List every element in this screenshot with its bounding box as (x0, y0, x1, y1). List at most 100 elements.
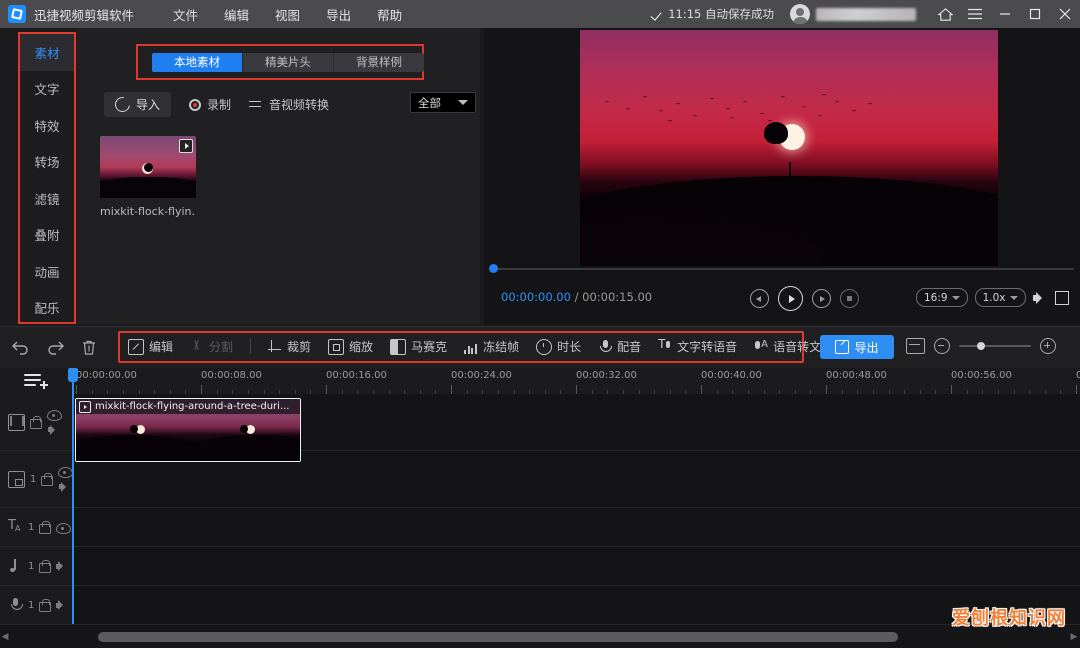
lock-icon[interactable] (39, 520, 52, 534)
eye-icon[interactable] (47, 410, 62, 421)
track-body-video[interactable]: mixkit-flock-flying-around-a-tree-duri..… (72, 394, 1080, 462)
track-body-music[interactable] (72, 547, 1080, 585)
playhead[interactable] (68, 368, 78, 624)
tool-split[interactable]: 分割 (190, 338, 233, 355)
prev-frame-button[interactable] (750, 289, 769, 308)
dubbing-icon (598, 339, 613, 354)
timeline-horizontal-scrollbar[interactable]: ◀ ▶ (0, 626, 1080, 648)
preview-seek-bar[interactable] (484, 262, 1080, 276)
time-separator: / (574, 290, 579, 304)
import-button[interactable]: 导入 (104, 92, 172, 117)
ruler-tick (201, 385, 202, 394)
track-body-pip[interactable] (72, 451, 1080, 507)
scroll-left-arrow[interactable]: ◀ (0, 632, 10, 642)
tab-fine-opening[interactable]: 精美片头 (242, 53, 333, 72)
sidebar-item-overlay[interactable]: 叠附 (20, 217, 74, 254)
menu-item-file[interactable]: 文件 (160, 1, 211, 28)
fit-icon[interactable] (906, 338, 925, 354)
tool-zoom[interactable]: 缩放 (328, 338, 373, 355)
zoom-out-icon[interactable] (934, 338, 950, 354)
tool-freeze-frame[interactable]: 冻结帧 (464, 338, 519, 355)
menu-item-view[interactable]: 视图 (262, 1, 313, 28)
stop-button[interactable] (840, 289, 859, 308)
zoom-slider[interactable] (959, 340, 1031, 352)
lock-icon[interactable] (39, 559, 52, 573)
redo-icon[interactable] (44, 336, 66, 358)
tool-text-to-speech[interactable]: 文字转语音 (658, 337, 737, 355)
app-logo-icon (8, 5, 26, 23)
title-bar-right: 11:15 自动保存成功 (652, 0, 1080, 28)
av-convert-button[interactable]: 音视频转换 (249, 96, 329, 113)
maximize-button[interactable] (1020, 0, 1050, 28)
track-body-text[interactable] (72, 508, 1080, 546)
next-frame-button[interactable] (812, 289, 831, 308)
ruler-tick (701, 385, 702, 394)
zoom-slider-handle[interactable] (977, 342, 985, 350)
aspect-ratio-dropdown[interactable]: 16:9 (916, 288, 968, 307)
speaker-icon[interactable] (1032, 291, 1048, 305)
export-button[interactable]: 导出 (820, 335, 894, 359)
playhead-handle[interactable] (68, 368, 78, 382)
menu-item-help[interactable]: 帮助 (364, 1, 415, 28)
hamburger-menu-icon[interactable] (960, 0, 990, 28)
menu-item-export[interactable]: 导出 (313, 1, 364, 28)
delete-icon[interactable] (78, 336, 100, 358)
tool-edit[interactable]: 编辑 (128, 338, 173, 355)
eye-icon[interactable] (56, 522, 72, 534)
ruler-tick (576, 385, 577, 394)
text-to-speech-icon (658, 337, 672, 354)
mute-icon[interactable] (48, 423, 61, 436)
zoom-slider-track (959, 345, 1031, 347)
mute-icon[interactable] (56, 599, 69, 612)
minimize-button[interactable] (990, 0, 1020, 28)
media-item[interactable]: mixkit-flock-flyin... (100, 136, 196, 218)
scrollbar-track[interactable] (14, 632, 1064, 642)
import-label: 导入 (136, 98, 161, 112)
track-body-voice[interactable] (72, 586, 1080, 624)
tool-duration[interactable]: 时长 (536, 338, 581, 355)
record-button[interactable]: 录制 (189, 96, 231, 113)
sidebar-item-animation[interactable]: 动画 (20, 253, 74, 290)
ruler-label: 00:00:32.00 (576, 370, 637, 381)
tool-zoom-label: 缩放 (349, 340, 374, 354)
lock-icon[interactable] (39, 598, 52, 612)
watermark: 爱刨根知识网 (952, 608, 1066, 629)
sidebar-item-music[interactable]: 配乐 (20, 290, 74, 327)
undo-icon[interactable] (10, 336, 32, 358)
tool-mosaic[interactable]: 马赛克 (390, 338, 447, 355)
lock-icon[interactable] (30, 415, 42, 429)
video-preview[interactable] (580, 30, 998, 266)
aspect-ratio-value: 16:9 (924, 291, 948, 304)
total-time: 00:00:15.00 (582, 290, 653, 304)
fullscreen-icon[interactable] (1054, 290, 1069, 305)
seek-handle[interactable] (489, 264, 498, 273)
tool-crop[interactable]: 裁剪 (268, 338, 311, 355)
timeline-ruler[interactable]: 00:00:00.00 00:00:08.00 00:00:16.00 00:0… (72, 368, 1080, 394)
ruler-tick (826, 385, 827, 394)
media-filter-dropdown[interactable]: 全部 (410, 92, 476, 113)
sidebar-item-effects[interactable]: 特效 (20, 107, 74, 144)
speed-dropdown[interactable]: 1.0x (974, 288, 1026, 307)
tab-background-sample[interactable]: 背景样例 (333, 53, 424, 72)
mute-icon[interactable] (59, 480, 72, 493)
menu-item-edit[interactable]: 编辑 (211, 1, 262, 28)
tool-dubbing[interactable]: 配音 (598, 338, 641, 355)
close-button[interactable] (1050, 0, 1080, 28)
home-icon[interactable] (930, 0, 960, 28)
sidebar-item-filter[interactable]: 滤镜 (20, 180, 74, 217)
mute-icon[interactable] (56, 560, 69, 573)
avatar[interactable] (790, 4, 810, 24)
add-track-button[interactable] (24, 373, 48, 389)
sidebar-item-transition[interactable]: 转场 (20, 144, 74, 181)
pip-icon (8, 470, 25, 488)
ruler-tick (326, 385, 327, 394)
lock-icon[interactable] (41, 472, 54, 486)
scroll-right-arrow[interactable]: ▶ (1068, 632, 1080, 642)
play-button[interactable] (778, 286, 803, 311)
tool-split-label: 分割 (209, 340, 234, 354)
tab-local-material[interactable]: 本地素材 (152, 53, 242, 72)
scrollbar-thumb[interactable] (98, 632, 898, 642)
sidebar-item-text[interactable]: 文字 (20, 71, 74, 108)
sidebar-item-material[interactable]: 素材 (20, 34, 74, 71)
zoom-in-icon[interactable] (1040, 338, 1056, 354)
